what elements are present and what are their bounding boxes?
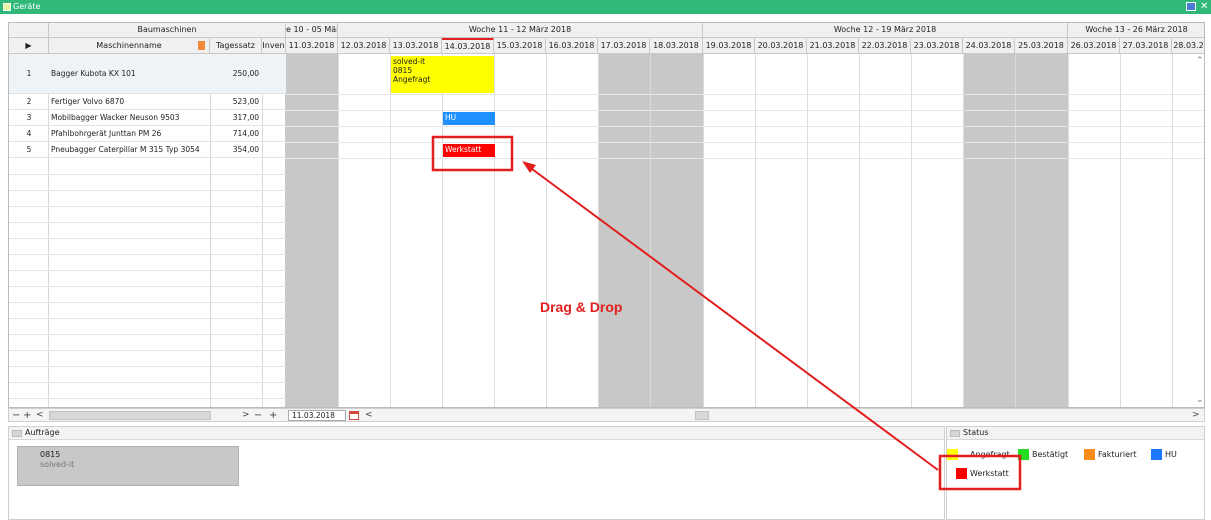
- week-header: e 10 - 05 März: [286, 23, 338, 38]
- date-header[interactable]: 13.03.2018: [390, 38, 442, 54]
- daily-rate: 317,00: [232, 113, 259, 122]
- week-header: Woche 13 - 26 März 2018: [1068, 23, 1204, 38]
- date-header[interactable]: 28.03.2: [1172, 38, 1204, 54]
- machine-list: 1 Bagger Kubota KX 101 250,00 2 Fertiger…: [9, 54, 286, 407]
- status-swatch: [1151, 449, 1162, 460]
- calendar-icon[interactable]: [349, 411, 359, 420]
- row-number: 1: [26, 69, 32, 78]
- left-scrollbar-thumb[interactable]: [49, 411, 211, 420]
- status-swatch: [1018, 449, 1029, 460]
- window-titlebar: Geräte ✕: [0, 0, 1211, 14]
- dock-icon[interactable]: [1186, 2, 1196, 11]
- timeline-scroll-left-button[interactable]: <: [365, 409, 373, 422]
- add-row-button[interactable]: +: [23, 409, 31, 422]
- date-picker-input[interactable]: 11.03.2018: [288, 410, 346, 421]
- table-row[interactable]: 3 Mobilbagger Wacker Neuson 9503 317,00: [9, 110, 286, 126]
- machine-name: Pneubagger Caterpillar M 315 Typ 3054: [51, 145, 200, 154]
- drag-drop-label: Drag & Drop: [540, 299, 623, 315]
- machine-name: Fertiger Volvo 6870: [51, 97, 125, 106]
- order-card[interactable]: 0815 solved-it: [17, 446, 239, 486]
- status-swatch: [947, 449, 958, 460]
- orders-panel-header: Aufträge: [9, 427, 944, 440]
- date-header[interactable]: 12.03.2018: [338, 38, 390, 54]
- left-scroll-button[interactable]: <: [36, 409, 44, 422]
- date-header[interactable]: 21.03.2018: [807, 38, 859, 54]
- daily-rate: 250,00: [232, 69, 259, 78]
- date-header[interactable]: 18.03.2018: [650, 38, 703, 54]
- status-swatch: [956, 468, 967, 479]
- status-label: Bestätigt: [1032, 450, 1069, 459]
- window-title: Geräte: [13, 2, 41, 11]
- status-swatch: [1084, 449, 1095, 460]
- orders-panel-title: Aufträge: [25, 428, 60, 437]
- event-angefragt[interactable]: solved-it 0815 Angefragt: [391, 56, 494, 93]
- row-indicator-header: ▶: [9, 38, 49, 54]
- timeline-scroll-right-button[interactable]: >: [1192, 409, 1200, 422]
- daily-rate: 714,00: [232, 129, 259, 138]
- scroll-down-icon[interactable]: ⌄: [1196, 395, 1204, 405]
- date-header[interactable]: 20.03.2018: [755, 38, 807, 54]
- orders-panel: Aufträge 0815 solved-it: [8, 426, 945, 520]
- panel-icon: [950, 430, 960, 437]
- date-header[interactable]: 27.03.2018: [1120, 38, 1172, 54]
- corner-cell: [9, 23, 49, 38]
- column-header-inventory[interactable]: Inven: [262, 38, 286, 54]
- panel-icon: [12, 430, 22, 437]
- week-header: Woche 12 - 19 März 2018: [703, 23, 1068, 38]
- event-hu[interactable]: HU: [443, 112, 495, 125]
- column-header-name-label: Maschinenname: [96, 41, 162, 50]
- table-row[interactable]: 2 Fertiger Volvo 6870 523,00: [9, 94, 286, 110]
- machine-name: Mobilbagger Wacker Neuson 9503: [51, 113, 180, 122]
- date-header[interactable]: 24.03.2018: [963, 38, 1015, 54]
- column-header-name[interactable]: Maschinenname: [49, 38, 210, 54]
- status-panel: Status Angefragt Bestätigt Fakturiert HU…: [946, 426, 1205, 520]
- daily-rate: 523,00: [232, 97, 259, 106]
- group-header: Baumaschinen: [49, 23, 286, 38]
- machine-name: Bagger Kubota KX 101: [51, 69, 136, 78]
- close-icon[interactable]: ✕: [1200, 0, 1208, 13]
- date-header[interactable]: 25.03.2018: [1015, 38, 1068, 54]
- row-number: 5: [26, 145, 32, 154]
- table-row[interactable]: 4 Pfahlbohrgerät Junttan PM 26 714,00: [9, 126, 286, 142]
- date-header-today[interactable]: 14.03.2018: [442, 38, 494, 54]
- date-header[interactable]: 22.03.2018: [859, 38, 911, 54]
- scroll-up-icon[interactable]: ⌃: [1196, 56, 1204, 66]
- status-panel-header: Status: [947, 427, 1204, 440]
- status-label: Fakturiert: [1098, 450, 1137, 459]
- scheduler-grid: Baumaschinen ▶ Maschinenname Tagessatz I…: [8, 22, 1205, 408]
- remove-row-button[interactable]: −: [12, 409, 20, 422]
- timeline-body[interactable]: solved-it 0815 Angefragt HU Werkstatt: [286, 54, 1204, 407]
- row-number: 3: [26, 113, 32, 122]
- table-row[interactable]: 5 Pneubagger Caterpillar M 315 Typ 3054 …: [9, 142, 286, 158]
- column-header-rate[interactable]: Tagessatz: [210, 38, 262, 54]
- date-header[interactable]: 26.03.2018: [1068, 38, 1120, 54]
- row-number: 2: [26, 97, 32, 106]
- zoom-in-button[interactable]: +: [269, 409, 277, 422]
- event-werkstatt[interactable]: Werkstatt: [443, 144, 495, 157]
- table-row[interactable]: 1 Bagger Kubota KX 101 250,00: [9, 54, 286, 94]
- date-header[interactable]: 16.03.2018: [546, 38, 598, 54]
- order-customer: solved-it: [40, 460, 75, 469]
- row-number: 4: [26, 129, 32, 138]
- machine-name: Pfahlbohrgerät Junttan PM 26: [51, 129, 162, 138]
- status-label: HU: [1165, 450, 1177, 459]
- daily-rate: 354,00: [232, 145, 259, 154]
- date-header[interactable]: 15.03.2018: [494, 38, 546, 54]
- navigation-bar: − + < > − + 11.03.2018 < >: [8, 408, 1205, 422]
- weekend-column: [286, 54, 338, 407]
- date-header[interactable]: 19.03.2018: [703, 38, 755, 54]
- week-header: Woche 11 - 12 März 2018: [338, 23, 703, 38]
- sort-icon[interactable]: [198, 41, 205, 50]
- order-id: 0815: [40, 450, 61, 459]
- left-scroll-right-button[interactable]: >: [242, 409, 250, 422]
- status-label: Angefragt: [970, 450, 1010, 459]
- timeline-scrollbar-thumb[interactable]: [695, 411, 709, 420]
- date-header[interactable]: 23.03.2018: [911, 38, 963, 54]
- zoom-out-button[interactable]: −: [254, 409, 262, 422]
- date-header[interactable]: 17.03.2018: [598, 38, 650, 54]
- status-label: Werkstatt: [970, 469, 1009, 478]
- status-panel-title: Status: [963, 428, 989, 437]
- date-header[interactable]: 11.03.2018: [286, 38, 338, 54]
- window-icon: [3, 3, 11, 11]
